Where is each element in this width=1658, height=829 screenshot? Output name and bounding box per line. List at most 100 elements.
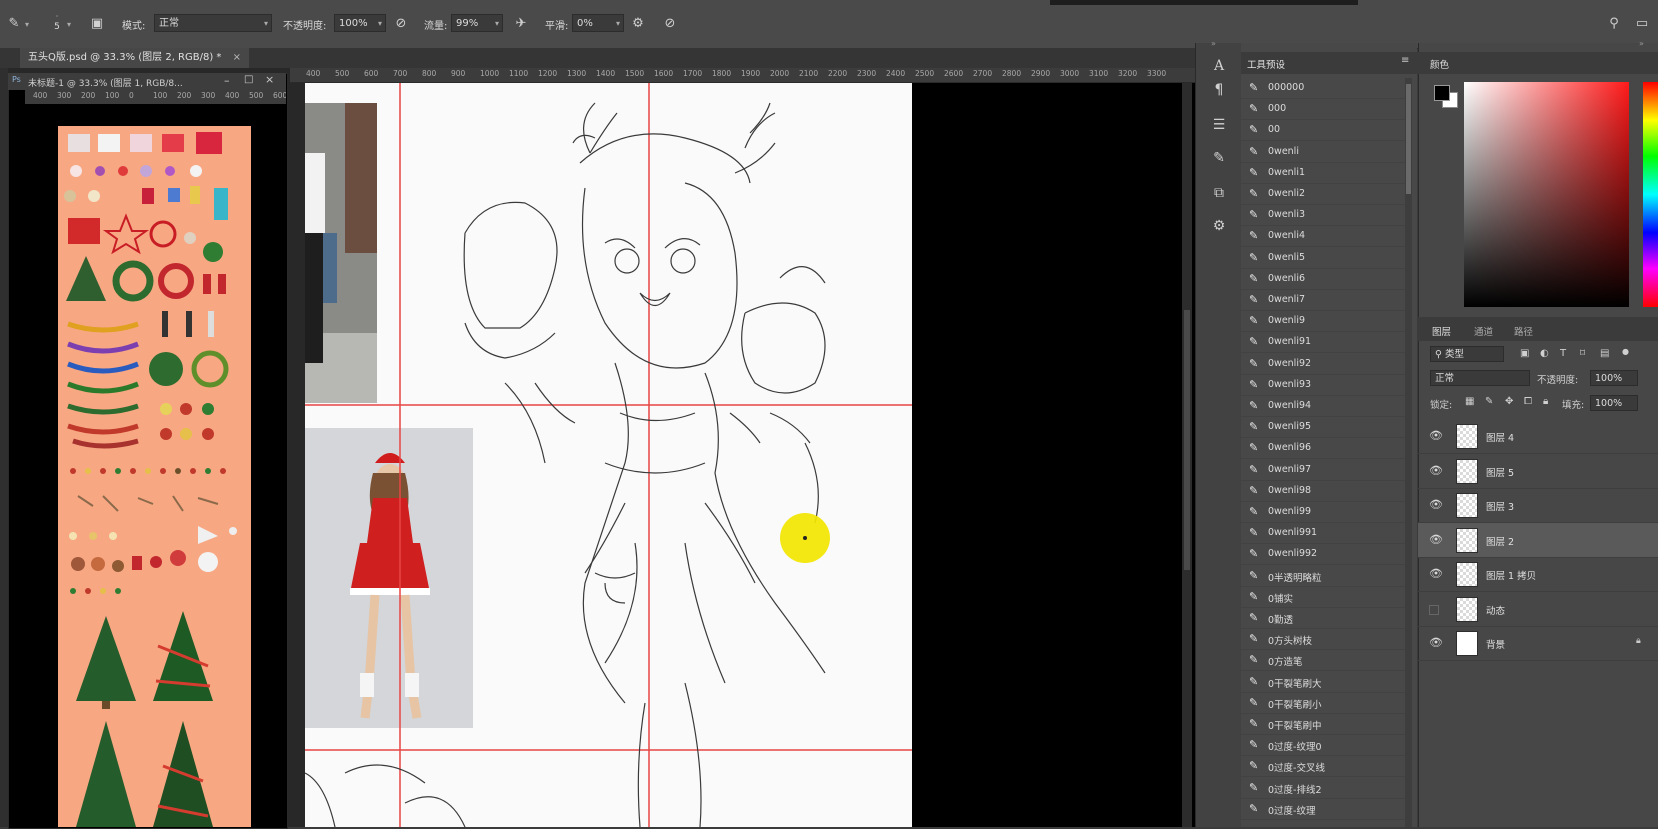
layer-row[interactable]: 动态 xyxy=(1418,592,1658,627)
adjustments-icon[interactable]: ☰ xyxy=(1209,115,1229,135)
chevron-down-icon[interactable]: ▾ xyxy=(25,20,29,29)
search-icon[interactable]: ⚲ xyxy=(1604,14,1624,34)
minimize-icon[interactable]: – xyxy=(224,74,230,87)
brush-settings-icon[interactable]: ✎ xyxy=(1209,148,1229,168)
layer-filter-select[interactable]: ⚲ 类型 xyxy=(1430,346,1504,362)
brush-tool-icon[interactable]: ✎ xyxy=(4,14,24,34)
filter-pixel-icon[interactable]: ▣ xyxy=(1520,348,1529,359)
preset-item[interactable]: ✎ 0wenli9 xyxy=(1241,311,1407,333)
collapse-icon[interactable]: » xyxy=(1639,39,1644,48)
character-icon[interactable]: A xyxy=(1209,56,1229,76)
presets-scrollbar-thumb[interactable] xyxy=(1406,84,1411,194)
close-icon[interactable]: × xyxy=(265,73,274,86)
visibility-eye-icon[interactable]: 👁︎ xyxy=(1429,636,1443,649)
preset-item[interactable]: ✎ 000 xyxy=(1241,99,1407,121)
layer-row[interactable]: 👁︎ 图层 4 xyxy=(1418,419,1658,454)
preset-item[interactable]: ✎ 00 xyxy=(1241,120,1407,142)
preset-item[interactable]: ✎ 0干裂笔刷中 xyxy=(1241,714,1407,735)
preset-item[interactable]: ✎ 0wenli99 xyxy=(1241,502,1407,523)
color-picker-field[interactable] xyxy=(1464,82,1629,307)
preset-item[interactable]: ✎ 0勤透 xyxy=(1241,608,1407,629)
floating-window-titlebar[interactable]: Ps 未标题-1 @ 33.3% (图层 1, RGB/8... – □ × xyxy=(8,73,286,90)
preset-item[interactable]: ✎ 0wenli93 xyxy=(1241,375,1407,396)
layer-opacity-field[interactable]: 100% xyxy=(1590,370,1638,386)
preset-item[interactable]: ✎ 0wenli991 xyxy=(1241,523,1407,545)
hue-slider[interactable] xyxy=(1643,82,1658,307)
lock-pixels-icon[interactable]: ✎ xyxy=(1485,396,1493,407)
fill-field[interactable]: 100% xyxy=(1590,395,1638,411)
preset-item[interactable]: ✎ 0wenli3 xyxy=(1241,205,1407,227)
preset-item[interactable]: ✎ 0wenli97 xyxy=(1241,460,1407,481)
mode-select[interactable]: 正常 ▾ xyxy=(154,14,272,32)
brush-size-picker[interactable]: · 5 xyxy=(49,12,65,36)
preset-item[interactable]: ✎ 0wenli91 xyxy=(1241,332,1407,354)
preset-item[interactable]: ✎ 0wenli5 xyxy=(1241,248,1407,269)
canvas-scrollbar-thumb[interactable] xyxy=(1184,310,1190,570)
filter-smart-object-icon[interactable]: ▤ xyxy=(1600,348,1609,359)
visibility-eye-icon[interactable]: 👁︎ xyxy=(1429,567,1443,580)
blend-mode-select[interactable]: 正常 xyxy=(1430,370,1530,386)
preset-item[interactable]: ✎ 0过度-纹理 xyxy=(1241,799,1407,820)
airbrush-icon[interactable]: ✈ xyxy=(511,14,531,34)
preset-item[interactable]: ✎ 0wenli98 xyxy=(1241,481,1407,502)
preset-item[interactable]: ✎ 0wenli96 xyxy=(1241,438,1407,460)
paragraph-icon[interactable]: ¶ xyxy=(1209,80,1229,100)
filter-toggle-icon[interactable]: ● xyxy=(1622,347,1629,356)
preset-item[interactable]: ✎ 0铺实 xyxy=(1241,587,1407,608)
preset-item[interactable]: ✎ 0过度-排线2 xyxy=(1241,778,1407,799)
preset-item[interactable]: ✎ 0wenli94 xyxy=(1241,396,1407,417)
lock-all-icon[interactable]: 🔒︎ xyxy=(1543,396,1548,407)
visibility-eye-icon[interactable] xyxy=(1429,604,1439,615)
preset-item[interactable]: ✎ 0wenli xyxy=(1241,142,1407,163)
preset-item[interactable]: ✎ 0wenli992 xyxy=(1241,544,1407,566)
visibility-eye-icon[interactable]: 👁︎ xyxy=(1429,429,1443,442)
filter-shape-icon[interactable]: ⌑ xyxy=(1580,348,1585,359)
tab-layers[interactable]: 图层 xyxy=(1432,324,1451,338)
visibility-eye-icon[interactable]: 👁︎ xyxy=(1429,498,1443,511)
visibility-eye-icon[interactable]: 👁︎ xyxy=(1429,464,1443,477)
lock-position-icon[interactable]: ✥ xyxy=(1505,396,1513,407)
preset-item[interactable]: ✎ 000000 xyxy=(1241,78,1407,99)
tab-channels[interactable]: 通道 xyxy=(1474,324,1493,338)
layer-row[interactable]: 👁︎ 图层 5 xyxy=(1418,454,1658,489)
filter-type-icon[interactable]: T xyxy=(1560,348,1566,359)
layer-row[interactable]: 👁︎ 图层 2 xyxy=(1418,522,1658,558)
smoothing-field[interactable]: 0% ▾ xyxy=(572,14,624,32)
pressure-opacity-icon[interactable]: ⊘ xyxy=(391,14,411,34)
preset-item[interactable]: ✎ 0方头树枝 xyxy=(1241,629,1407,651)
preset-item[interactable]: ✎ 0过度-交叉线 xyxy=(1241,756,1407,778)
opacity-field[interactable]: 100% ▾ xyxy=(334,14,386,32)
preset-item[interactable]: ✎ 0wenli92 xyxy=(1241,354,1407,375)
brush-panel-icon[interactable]: ▣ xyxy=(87,14,107,34)
collapse-icon[interactable]: » xyxy=(1211,39,1216,48)
preset-item[interactable]: ✎ 0过度-纹理0 xyxy=(1241,735,1407,757)
lock-transparent-icon[interactable]: ▦ xyxy=(1465,396,1474,407)
maximize-icon[interactable]: □ xyxy=(244,74,253,85)
gear-icon[interactable]: ⚙ xyxy=(628,14,648,34)
preset-item[interactable]: ✎ 0方造笔 xyxy=(1241,650,1407,672)
document-tab[interactable]: 五头Q版.psd @ 33.3% (图层 2, RGB/8) * × xyxy=(20,48,250,68)
preset-item[interactable]: ✎ 0wenli7 xyxy=(1241,290,1407,311)
panel-menu-icon[interactable]: ≡ xyxy=(1401,55,1409,66)
flow-field[interactable]: 99% ▾ xyxy=(451,14,503,32)
close-icon[interactable]: × xyxy=(233,52,241,63)
preset-item[interactable]: ✎ 0wenli95 xyxy=(1241,417,1407,439)
toolbar[interactable] xyxy=(0,68,8,827)
horizontal-ruler[interactable]: 400 500 600 700 800 900 1000 1100 1200 1300 1400 15… xyxy=(290,68,1195,83)
pressure-size-icon[interactable]: ⊘ xyxy=(660,14,680,34)
floating-window-ruler[interactable]: 4003002001000100200300400500600700 xyxy=(25,90,286,104)
clone-source-icon[interactable]: ⧉ xyxy=(1209,183,1229,203)
preset-item[interactable]: ✎ 0wenli6 xyxy=(1241,269,1407,290)
preset-item[interactable]: ✎ 0wenli2 xyxy=(1241,184,1407,205)
preset-item[interactable]: ✎ 0半透明略粒 xyxy=(1241,566,1407,587)
layer-row[interactable]: 👁︎ 图层 1 拷贝 xyxy=(1418,557,1658,592)
preset-item[interactable]: ✎ 0wenli4 xyxy=(1241,226,1407,248)
visibility-eye-icon[interactable]: 👁︎ xyxy=(1429,533,1443,546)
lock-artboard-icon[interactable]: ⧠ xyxy=(1524,396,1532,407)
pasteboard[interactable] xyxy=(912,83,1195,827)
tab-paths[interactable]: 路径 xyxy=(1514,324,1533,338)
chevron-down-icon[interactable]: ▾ xyxy=(67,20,71,29)
foreground-color-swatch[interactable] xyxy=(1434,85,1450,101)
color-panel-title[interactable]: 颜色 xyxy=(1430,57,1449,71)
tool-presets-icon[interactable]: ⚙ xyxy=(1209,216,1229,236)
